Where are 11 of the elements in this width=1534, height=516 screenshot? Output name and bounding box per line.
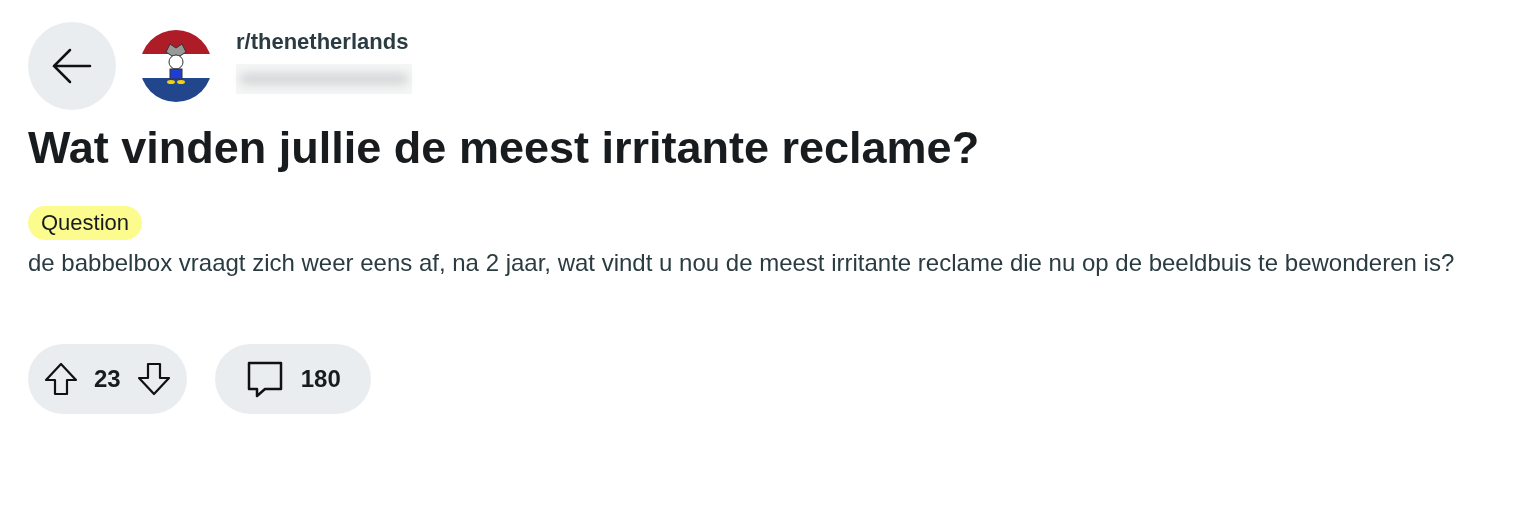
upvote-icon [44,362,78,396]
downvote-button[interactable] [136,362,171,396]
comments-button[interactable]: 180 [214,344,371,414]
subreddit-link[interactable]: r/thenetherlands [236,24,412,58]
flair-tag[interactable]: Question [28,206,143,240]
post-body: de babbelbox vraagt zich weer eens af, na 2 jaar, wat vindt u nou de meest irritante reclame die nu op de beeldbuis te bewonderen is? [28,248,1456,278]
vote-count: 23 [94,364,121,394]
downvote-icon [136,362,171,396]
subreddit-avatar-icon[interactable] [140,30,212,102]
post-title: Wat vinden jullie de meest irritante reclame? [28,121,981,175]
upvote-button[interactable] [44,362,78,396]
